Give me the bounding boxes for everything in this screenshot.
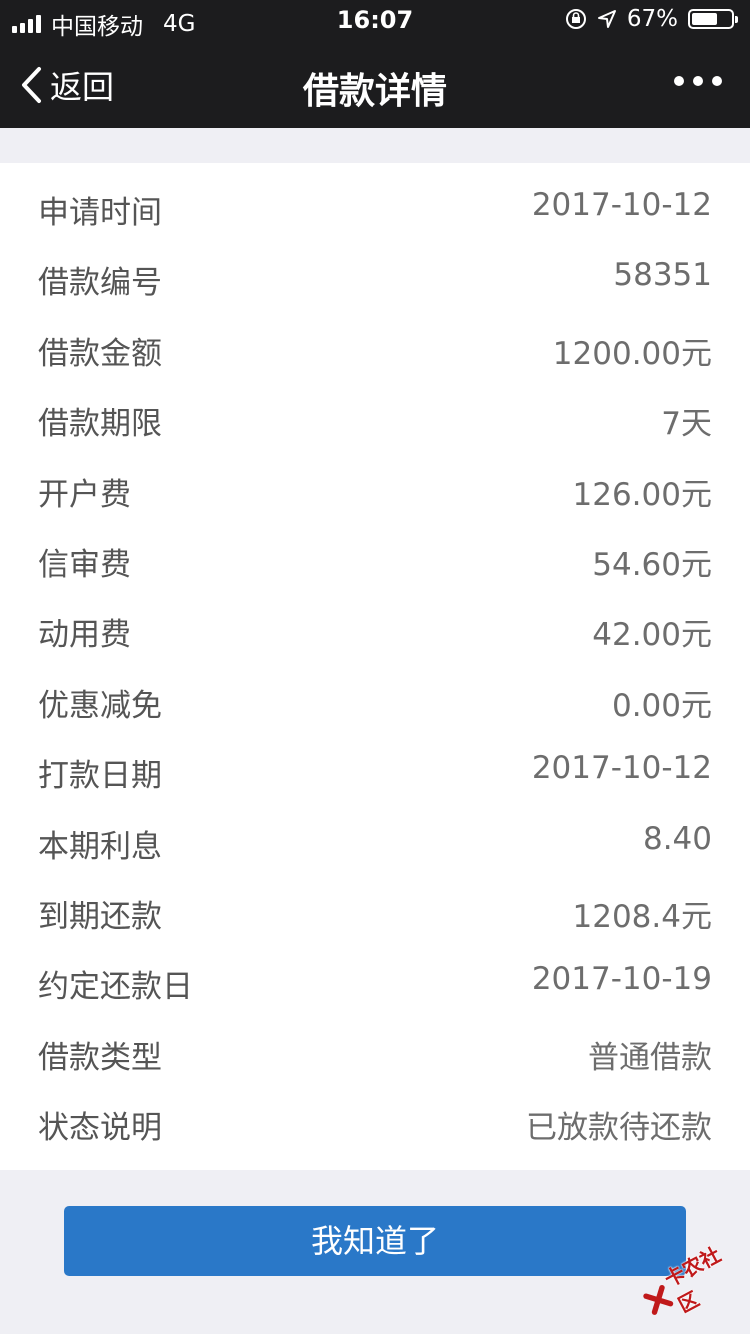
rotation-lock-icon: [565, 9, 586, 29]
status-right: 67%: [565, 6, 738, 32]
more-options-button[interactable]: [674, 76, 722, 86]
detail-row: 借款编号 58351: [0, 243, 750, 313]
detail-value: 2017-10-12: [531, 187, 712, 223]
detail-value: 42.00元: [592, 617, 712, 654]
detail-row: 打款日期 2017-10-12: [0, 736, 750, 806]
detail-row: 申请时间 2017-10-12: [0, 173, 750, 243]
detail-value: 7天: [661, 406, 712, 443]
detail-label: 优惠减免: [38, 687, 162, 724]
location-arrow-icon: [597, 10, 616, 28]
detail-label: 开户费: [38, 476, 131, 513]
detail-row: 到期还款 1208.4元: [0, 877, 750, 947]
detail-value: 0.00元: [611, 687, 712, 724]
detail-label: 借款编号: [38, 265, 162, 302]
detail-label: 借款期限: [38, 406, 162, 443]
confirm-button[interactable]: 我知道了: [64, 1206, 686, 1276]
detail-row: 优惠减免 0.00元: [0, 666, 750, 736]
loan-detail-card: 申请时间 2017-10-12 借款编号 58351 借款金额 1200.00元借款期限 7…: [0, 163, 750, 1170]
battery-icon: [688, 9, 738, 29]
detail-label: 约定还款日: [38, 969, 193, 1006]
dot-icon: [674, 76, 684, 86]
detail-value: 2017-10-12: [531, 750, 712, 787]
detail-label: 申请时间: [38, 195, 162, 231]
detail-row: 借款金额 1200.00元: [0, 314, 750, 384]
detail-value: 1200.00元: [552, 335, 712, 372]
detail-value: 1208.4元: [572, 898, 712, 935]
detail-value: 58351: [613, 257, 712, 294]
detail-row: 开户费 126.00元: [0, 455, 750, 525]
detail-row: 动用费 42.00元: [0, 595, 750, 665]
detail-label: 信审费: [38, 546, 131, 583]
battery-percent: 67%: [626, 6, 678, 32]
detail-value: 126.00元: [572, 476, 712, 513]
detail-list: 申请时间 2017-10-12 借款编号 58351 借款金额 1200.00元借款期限 7…: [0, 163, 750, 1158]
detail-label: 本期利息: [38, 828, 162, 865]
nav-bar: 返回 借款详情: [0, 40, 750, 128]
detail-value: 2017-10-19: [531, 961, 712, 998]
detail-label: 状态说明: [38, 1110, 162, 1147]
detail-row: 本期利息 8.40: [0, 807, 750, 877]
detail-label: 借款金额: [38, 335, 162, 372]
dot-icon: [693, 76, 703, 86]
detail-row: 状态说明 已放款待还款: [0, 1088, 750, 1158]
detail-row: 借款类型 普通借款: [0, 1018, 750, 1088]
detail-value: 普通借款: [588, 1039, 712, 1076]
detail-value: 已放款待还款: [526, 1110, 712, 1147]
detail-row: 借款期限 7天: [0, 384, 750, 454]
top-bar: 中国移动 4G 16:07 67% 返回 借款详情: [0, 0, 750, 128]
detail-label: 到期还款: [38, 898, 162, 935]
detail-value: 54.60元: [592, 546, 712, 583]
detail-label: 打款日期: [38, 758, 162, 795]
detail-label: 借款类型: [38, 1039, 162, 1076]
detail-row: 信审费 54.60元: [0, 525, 750, 595]
detail-row: 约定还款日 2017-10-19: [0, 947, 750, 1017]
detail-value: 8.40: [642, 820, 712, 857]
status-bar: 中国移动 4G 16:07 67%: [0, 0, 750, 40]
detail-label: 动用费: [38, 617, 131, 654]
dot-icon: [712, 76, 722, 86]
page-title: 借款详情: [302, 71, 447, 112]
